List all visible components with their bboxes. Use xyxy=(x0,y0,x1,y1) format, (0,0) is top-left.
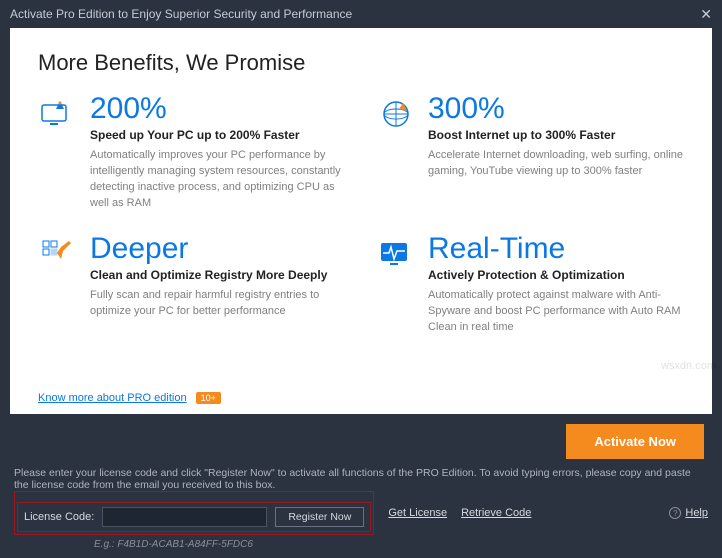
register-now-button[interactable]: Register Now xyxy=(275,507,364,527)
benefit-title: Real-Time xyxy=(428,234,684,264)
page-title: More Benefits, We Promise xyxy=(38,50,684,76)
help-link[interactable]: Help xyxy=(685,507,708,519)
benefit-title: 300% xyxy=(428,94,684,124)
benefit-speed: 200% Speed up Your PC up to 200% Faster … xyxy=(38,94,346,212)
benefit-internet: 300% Boost Internet up to 300% Faster Ac… xyxy=(376,94,684,212)
benefit-subtitle: Actively Protection & Optimization xyxy=(428,268,684,282)
license-code-label: License Code: xyxy=(24,511,94,523)
learn-more-badge: 10+ xyxy=(196,392,221,404)
benefit-deeper: Deeper Clean and Optimize Registry More … xyxy=(38,234,346,336)
benefit-description: Automatically improves your PC performan… xyxy=(90,148,346,212)
benefit-description: Automatically protect against malware wi… xyxy=(428,288,684,336)
retrieve-code-link[interactable]: Retrieve Code xyxy=(461,507,531,519)
registry-broom-icon xyxy=(38,234,78,274)
learn-more-link[interactable]: Know more about PRO edition xyxy=(38,392,187,404)
license-instructions: Please enter your license code and click… xyxy=(14,467,708,491)
benefit-title: Deeper xyxy=(90,234,346,264)
benefit-description: Accelerate Internet downloading, web sur… xyxy=(428,148,684,180)
benefit-realtime: Real-Time Actively Protection & Optimiza… xyxy=(376,234,684,336)
license-example: E.g.: F4B1D-ACAB1-A84FF-5FDC6 xyxy=(94,539,708,550)
window-title: Activate Pro Edition to Enjoy Superior S… xyxy=(10,7,352,21)
benefit-title: 200% xyxy=(90,94,346,124)
license-code-input[interactable] xyxy=(102,507,267,527)
activate-now-button[interactable]: Activate Now xyxy=(566,424,704,459)
get-license-link[interactable]: Get License xyxy=(388,507,447,519)
benefit-subtitle: Boost Internet up to 300% Faster xyxy=(428,128,684,142)
benefit-description: Fully scan and repair harmful registry e… xyxy=(90,288,346,320)
help-icon[interactable]: ? xyxy=(669,507,681,519)
globe-rocket-icon xyxy=(376,94,416,134)
pulse-monitor-icon xyxy=(376,234,416,274)
rocket-monitor-icon xyxy=(38,94,78,134)
benefit-subtitle: Clean and Optimize Registry More Deeply xyxy=(90,268,346,282)
benefit-subtitle: Speed up Your PC up to 200% Faster xyxy=(90,128,346,142)
close-icon[interactable]: ✕ xyxy=(700,6,712,23)
